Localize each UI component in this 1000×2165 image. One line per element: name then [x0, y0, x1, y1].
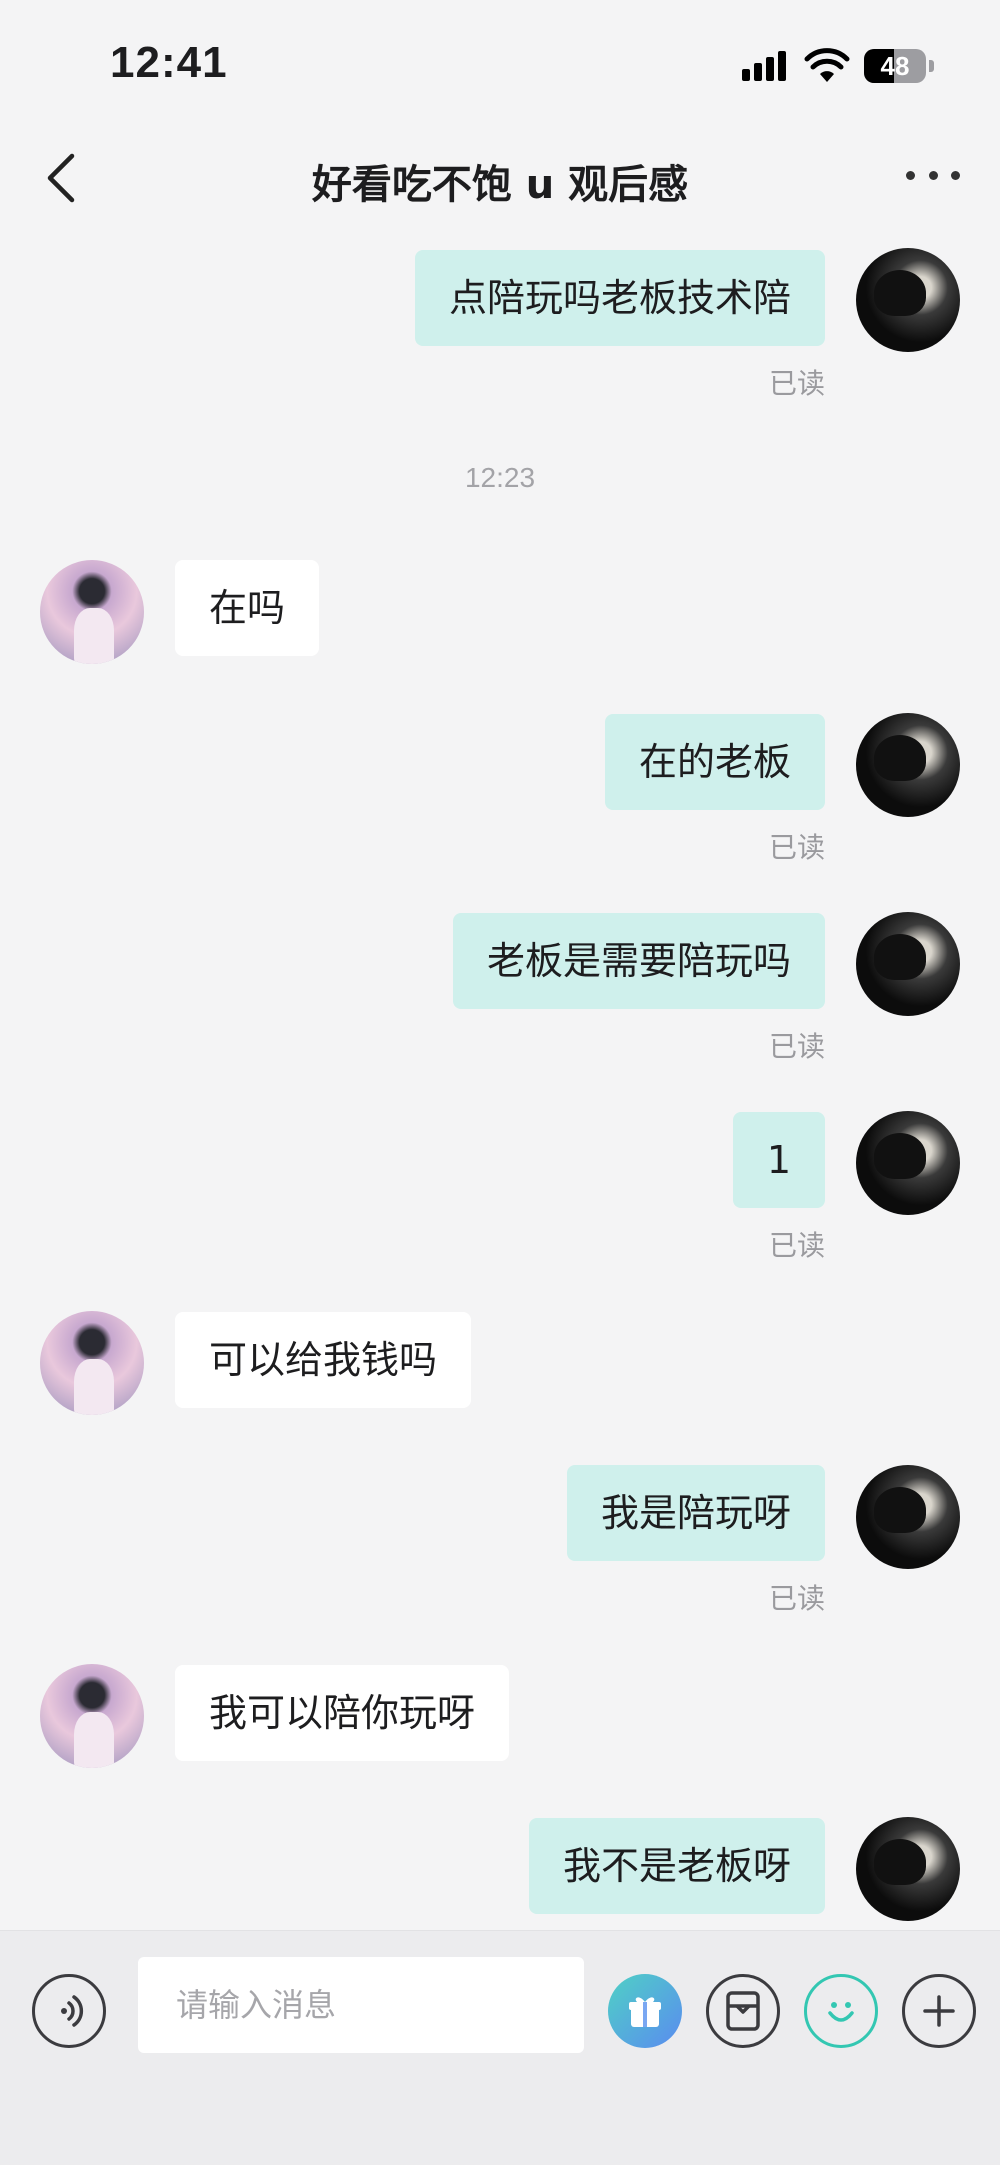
message-bubble-outgoing[interactable]: 我是陪玩呀 [566, 1465, 825, 1561]
message-input[interactable] [138, 1957, 584, 2053]
my-avatar[interactable] [856, 248, 960, 352]
message-bubble-incoming[interactable]: 可以给我钱吗 [175, 1312, 472, 1408]
input-bar [0, 1930, 1000, 2165]
gift-icon [629, 1997, 661, 2027]
message-bubble-outgoing[interactable]: 在的老板 [604, 714, 825, 810]
message-bubble-outgoing[interactable]: 1 [732, 1112, 825, 1208]
card-icon [726, 1991, 760, 2031]
read-receipt: 已读 [768, 1229, 825, 1262]
read-receipt: 已读 [768, 367, 825, 400]
contact-avatar[interactable] [40, 1311, 144, 1415]
message-bubble-outgoing[interactable]: 老板是需要陪玩吗 [452, 913, 825, 1009]
emoji-button[interactable] [804, 1974, 878, 2048]
voice-icon [61, 1995, 84, 2027]
gift-button[interactable] [608, 1974, 682, 2048]
message-bubble-outgoing[interactable]: 点陪玩吗老板技术陪 [414, 250, 825, 346]
plus-button[interactable] [902, 1974, 976, 2048]
my-avatar[interactable] [856, 1817, 960, 1921]
read-receipt: 已读 [768, 1582, 825, 1615]
message-bubble-incoming[interactable]: 在吗 [175, 560, 320, 656]
my-avatar[interactable] [856, 713, 960, 817]
voice-button[interactable] [32, 1974, 106, 2048]
read-receipt: 已读 [768, 831, 825, 864]
message-bubble-outgoing[interactable]: 我不是老板呀 [528, 1818, 825, 1914]
plus-icon [923, 1995, 955, 2027]
my-avatar[interactable] [856, 1111, 960, 1215]
message-bubble-incoming[interactable]: 我可以陪你玩呀 [175, 1665, 510, 1761]
contact-avatar[interactable] [40, 1664, 144, 1768]
message-timestamp: 12:23 [464, 462, 536, 493]
my-avatar[interactable] [856, 912, 960, 1016]
read-receipt: 已读 [768, 1030, 825, 1063]
my-avatar[interactable] [856, 1465, 960, 1569]
message-list[interactable]: 12:23 点陪玩吗老板技术陪 已读 在吗 在的老板 已读 老板是需要陪玩吗 已… [0, 0, 1000, 1930]
contact-avatar[interactable] [40, 560, 144, 664]
card-button[interactable] [706, 1974, 780, 2048]
emoji-icon [828, 2002, 854, 2022]
